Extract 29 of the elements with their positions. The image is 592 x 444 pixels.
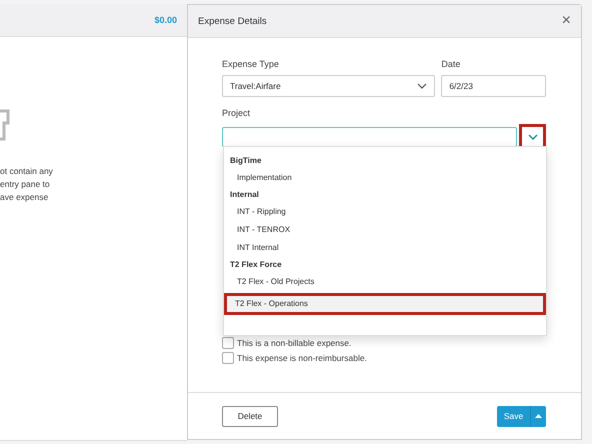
project-option[interactable]: T2 Flex - Old Projects <box>226 273 544 291</box>
field-label: Project <box>222 108 252 118</box>
save-options-button[interactable] <box>530 406 546 426</box>
checkbox[interactable] <box>222 337 234 349</box>
project-option[interactable]: T2 Flex - Operations <box>224 293 546 315</box>
field-label: Date <box>441 59 462 69</box>
empty-message-line: entry pane to <box>0 178 51 190</box>
project-option[interactable]: INT - Rippling <box>226 203 544 221</box>
checkbox-label: This is a non-billable expense. <box>237 338 352 348</box>
chevron-down-icon <box>528 134 538 140</box>
close-button[interactable]: × <box>562 13 571 29</box>
project-option[interactable]: INT Internal <box>226 239 544 257</box>
delete-button[interactable]: Delete <box>222 406 278 426</box>
chevron-down-icon <box>417 83 428 89</box>
expense-type-dropdown[interactable]: Travel:Airfare <box>222 75 436 97</box>
checkbox-label: This expense is non-reimbursable. <box>237 353 367 363</box>
project-option[interactable]: INT - TENROX <box>226 221 544 239</box>
empty-message-line: ot contain any <box>0 165 54 177</box>
project-option[interactable]: Implementation <box>226 169 544 187</box>
total-amount: $0.00 <box>154 15 177 25</box>
caret-up-icon <box>535 414 542 418</box>
field-label: Expense Type <box>222 59 280 69</box>
option-group-header: Internal <box>229 189 260 201</box>
option-group-header: T2 Flex Force <box>229 259 283 271</box>
panel-title: Expense Details <box>198 16 267 26</box>
option-group-header: BigTime <box>229 155 262 167</box>
checkbox[interactable] <box>222 352 234 364</box>
empty-message-line: ave expense <box>0 191 50 203</box>
date-field[interactable]: 6/2/23 <box>441 75 546 97</box>
